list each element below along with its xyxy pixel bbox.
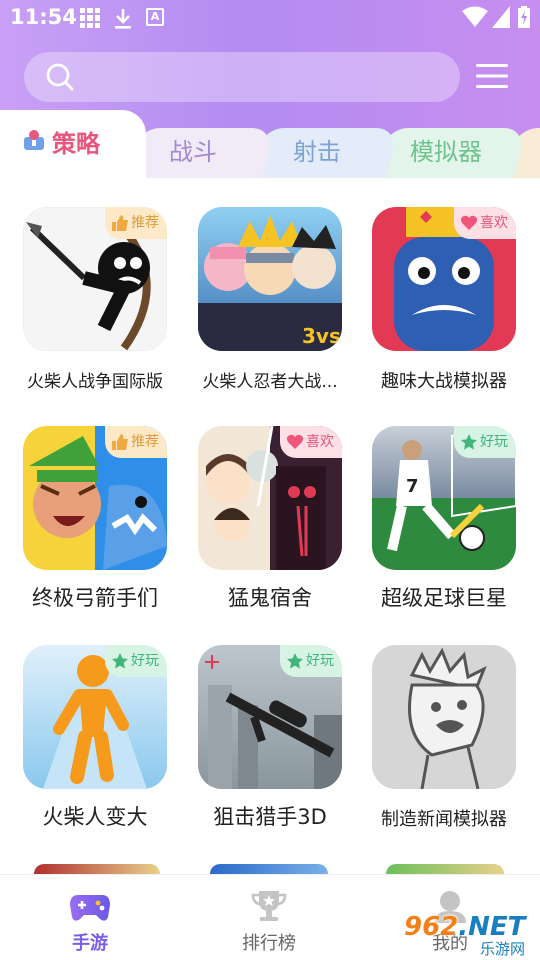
tab-shooting-label: 射击	[293, 138, 341, 166]
game-title: 火柴人变大	[42, 805, 148, 829]
apps-grid-icon	[80, 8, 100, 28]
badge-fun: 好玩	[105, 645, 167, 677]
badge-label: 喜欢	[306, 434, 334, 450]
game-title: 火柴人战争国际版	[27, 372, 163, 392]
accessibility-a-icon: A	[146, 8, 164, 26]
heart-icon	[286, 434, 304, 449]
strategy-icon	[24, 130, 44, 150]
download-icon	[115, 9, 131, 29]
game-title: 超级足球巨星	[381, 586, 507, 610]
game-icon-partial	[34, 864, 160, 874]
signal-icon	[492, 6, 510, 28]
game-icon-partial	[386, 864, 504, 874]
badge-like: 喜欢	[280, 426, 342, 458]
thumb-up-icon	[112, 434, 128, 450]
heart-icon	[460, 215, 478, 230]
star-icon	[287, 653, 303, 669]
badge-label: 推荐	[131, 434, 159, 450]
tab-battle-label: 战斗	[169, 138, 217, 166]
game-title: 终极弓箭手们	[32, 586, 158, 610]
game-title: 火柴人忍者大战...	[202, 372, 338, 392]
game-title: 猛鬼宿舍	[228, 586, 312, 610]
badge-recommend: 推荐	[105, 426, 167, 458]
game-title: 趣味大战模拟器	[381, 371, 507, 392]
wifi-icon	[462, 6, 488, 27]
game-icon-partial	[210, 864, 328, 874]
battery-icon	[518, 6, 530, 28]
badge-label: 好玩	[306, 653, 334, 669]
star-icon	[112, 653, 128, 669]
badge-recommend: 推荐	[105, 207, 167, 239]
nav-item-ranking[interactable]: 排行榜	[214, 889, 324, 955]
search-input[interactable]	[24, 52, 460, 102]
tab-simulator-label: 模拟器	[410, 138, 482, 166]
badge-fun: 好玩	[454, 426, 516, 458]
svg-text:7: 7	[406, 476, 419, 497]
badge-label: 喜欢	[480, 215, 508, 231]
game-title: 狙击猎手3D	[213, 805, 327, 829]
game-icon-stickman-ninja: 3vs3	[198, 207, 342, 351]
gamepad-icon	[70, 895, 110, 921]
game-title: 制造新闻模拟器	[381, 809, 507, 830]
status-bar: 11:54 A	[0, 0, 540, 36]
status-time: 11:54	[10, 5, 77, 29]
star-icon	[461, 434, 477, 450]
nav-label: 排行榜	[242, 933, 296, 954]
thumb-up-icon	[112, 215, 128, 231]
nav-item-games[interactable]: 手游	[35, 889, 145, 955]
tab-strategy-label: 策略	[52, 130, 100, 158]
badge-fun: 好玩	[280, 645, 342, 677]
search-icon	[46, 63, 74, 91]
game-icon-news-maker-sim	[372, 645, 516, 789]
badge-label: 好玩	[131, 653, 159, 669]
menu-icon[interactable]	[476, 62, 508, 90]
badge-like: 喜欢	[454, 207, 516, 239]
badge-label: 好玩	[480, 434, 508, 450]
svg-text:3vs3: 3vs3	[302, 324, 342, 348]
game-grid: 推荐 火柴人战争国际版 3vs3 火柴人忍者大战...	[0, 178, 540, 874]
nav-label: 手游	[72, 933, 108, 954]
badge-label: 推荐	[131, 215, 159, 231]
trophy-icon	[251, 891, 287, 921]
watermark-sub: 乐游网	[478, 938, 528, 959]
